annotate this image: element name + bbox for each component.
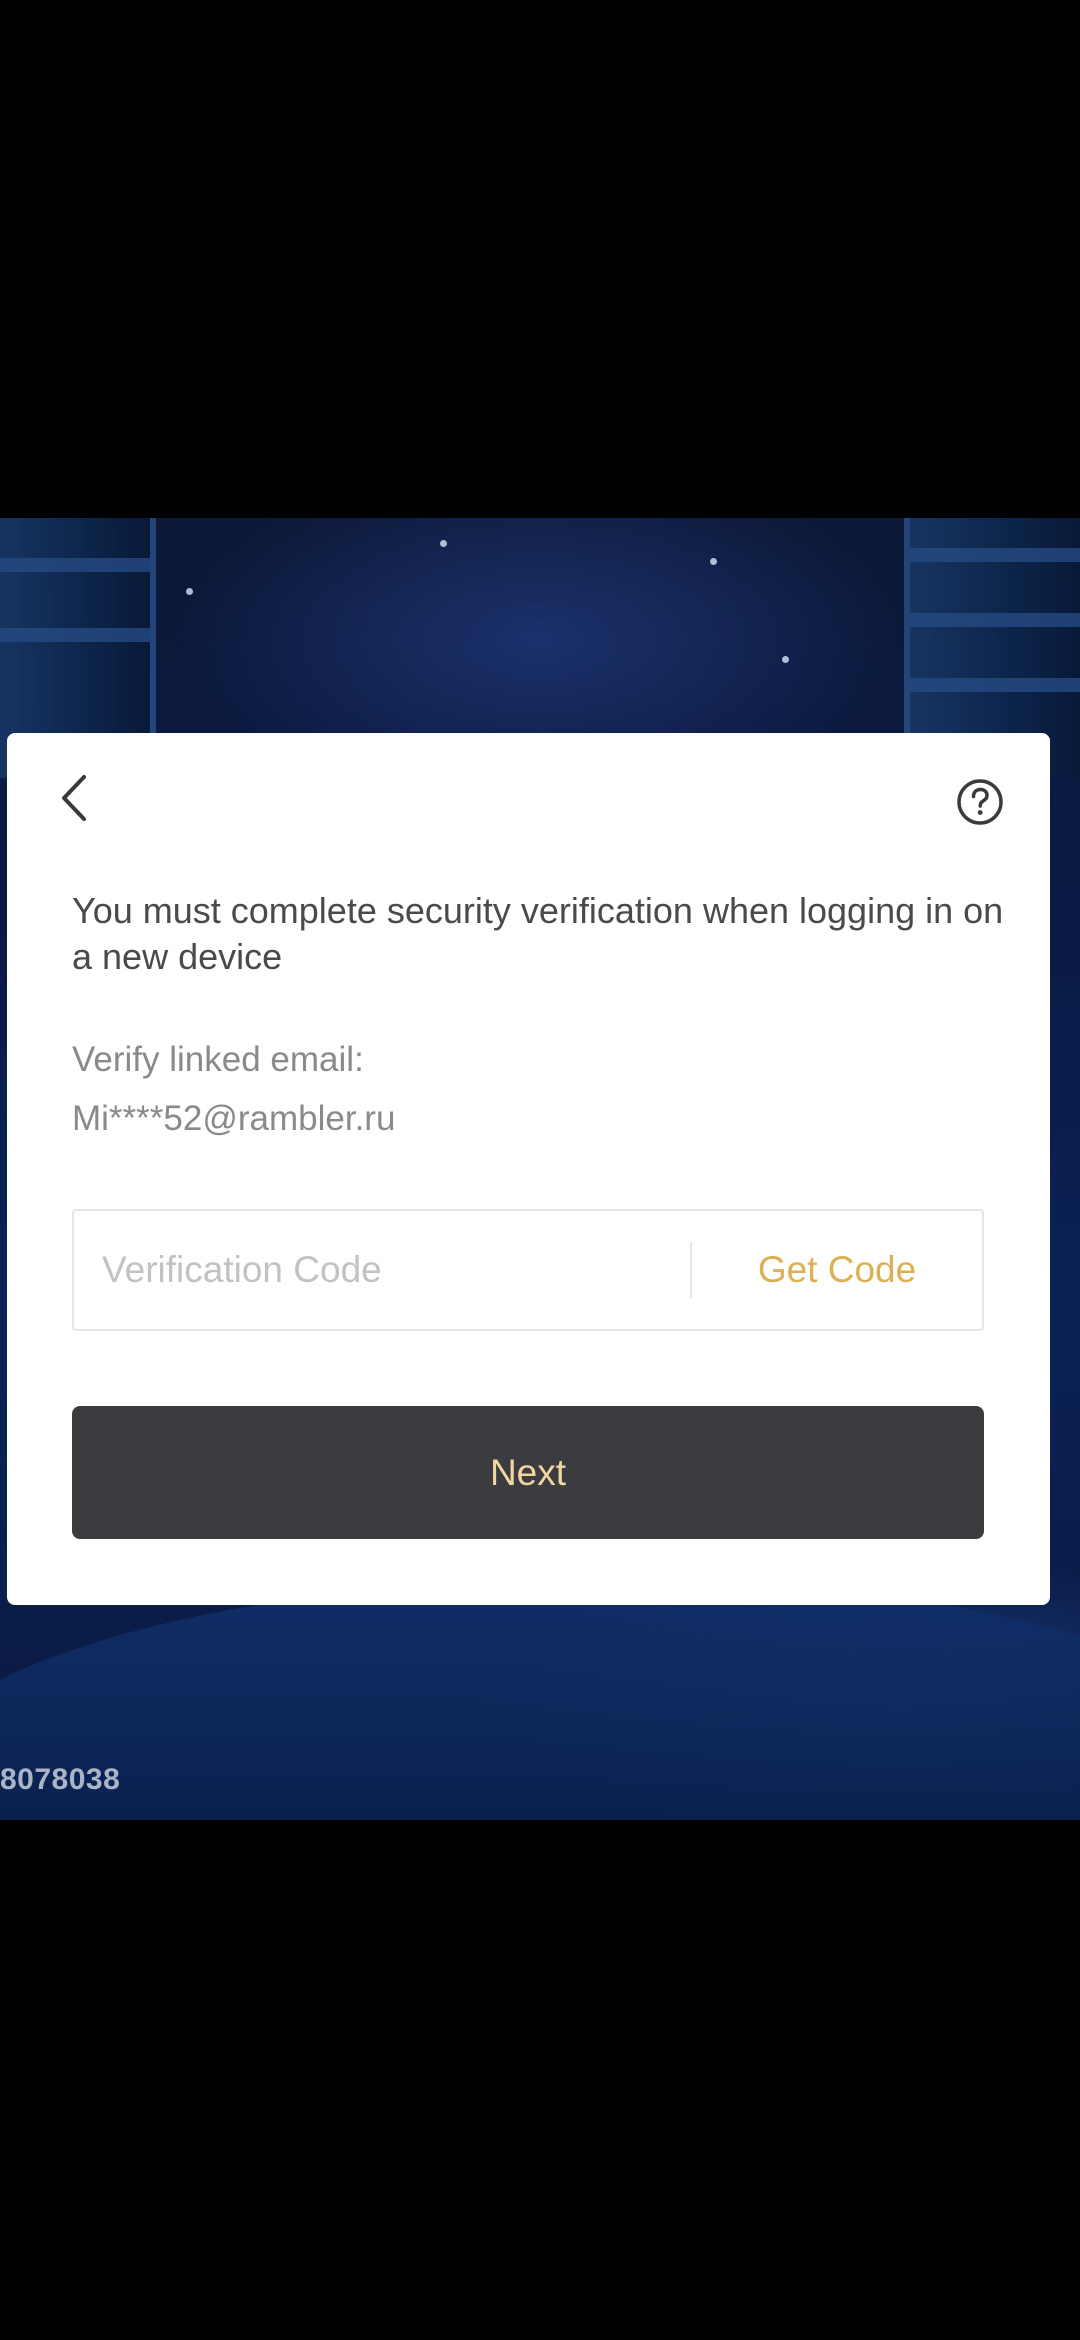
build-id: 8078038 bbox=[0, 1763, 121, 1796]
background-star bbox=[782, 656, 789, 663]
verify-email-label: Verify linked email: bbox=[72, 1040, 364, 1079]
background-star bbox=[186, 588, 193, 595]
background-star bbox=[440, 540, 447, 547]
security-message: You must complete security verification … bbox=[72, 890, 1004, 977]
screen: 8078038 You must complete security verif… bbox=[0, 0, 1080, 2340]
back-button[interactable] bbox=[46, 770, 102, 826]
verification-code-input[interactable] bbox=[74, 1211, 690, 1329]
help-button[interactable] bbox=[956, 778, 1004, 826]
masked-email: Mi****52@rambler.ru bbox=[72, 1099, 396, 1138]
question-circle-icon bbox=[957, 779, 1003, 825]
chevron-left-icon bbox=[62, 775, 86, 821]
next-button[interactable]: Next bbox=[72, 1406, 984, 1539]
background-star bbox=[710, 558, 717, 565]
background-floor bbox=[0, 1578, 1080, 1820]
verification-code-row: Get Code bbox=[72, 1209, 984, 1331]
get-code-button[interactable]: Get Code bbox=[692, 1211, 982, 1329]
